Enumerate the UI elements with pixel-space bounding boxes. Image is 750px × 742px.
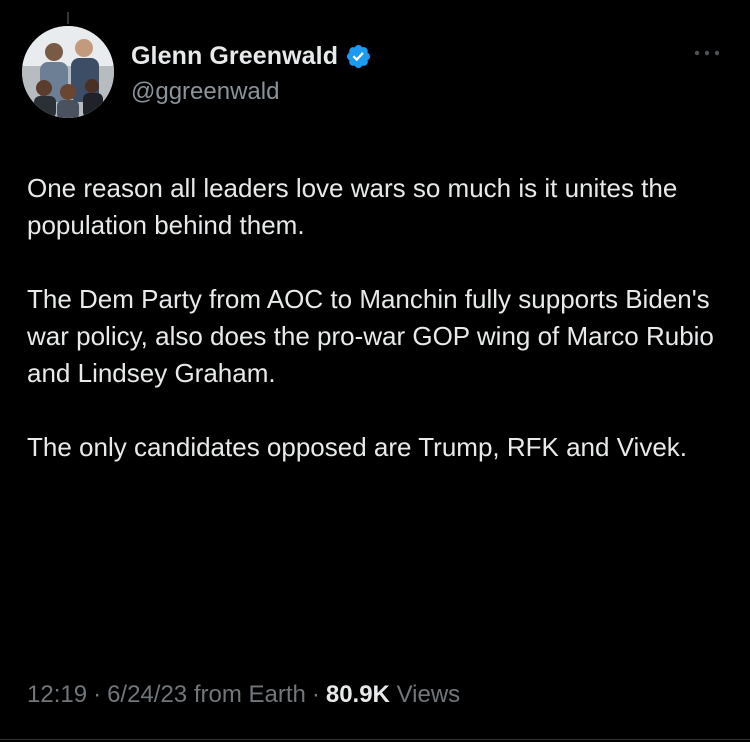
views-count[interactable]: 80.9K bbox=[326, 681, 390, 708]
meta-separator: · bbox=[311, 681, 320, 708]
tweet-paragraph: The Dem Party from AOC to Manchin fully … bbox=[27, 284, 714, 388]
user-handle[interactable]: @ggreenwald bbox=[131, 78, 372, 106]
more-horizontal-icon[interactable] bbox=[692, 46, 722, 58]
tweet-header: Glenn Greenwald @ggreenwald bbox=[22, 26, 728, 122]
divider bbox=[0, 739, 750, 740]
avatar[interactable] bbox=[22, 26, 114, 118]
family-photo-avatar-icon bbox=[22, 26, 114, 118]
thread-connector-line bbox=[67, 12, 69, 24]
tweet-date[interactable]: 6/24/23 bbox=[107, 681, 187, 708]
verified-badge-icon bbox=[345, 43, 372, 70]
meta-separator: · bbox=[93, 681, 102, 708]
tweet-text: One reason all leaders love wars so much… bbox=[27, 170, 727, 466]
tweet-paragraph: One reason all leaders love wars so much… bbox=[27, 173, 678, 240]
tweet-paragraph: The only candidates opposed are Trump, R… bbox=[27, 432, 688, 462]
display-name[interactable]: Glenn Greenwald bbox=[131, 42, 338, 71]
tweet-source: from Earth bbox=[193, 681, 306, 708]
tweet-meta: 12:19 · 6/24/23 from Earth · 80.9K Views bbox=[27, 681, 460, 709]
user-name-block: Glenn Greenwald @ggreenwald bbox=[131, 40, 372, 106]
tweet-time[interactable]: 12:19 bbox=[27, 681, 87, 708]
views-label: Views bbox=[396, 681, 461, 708]
